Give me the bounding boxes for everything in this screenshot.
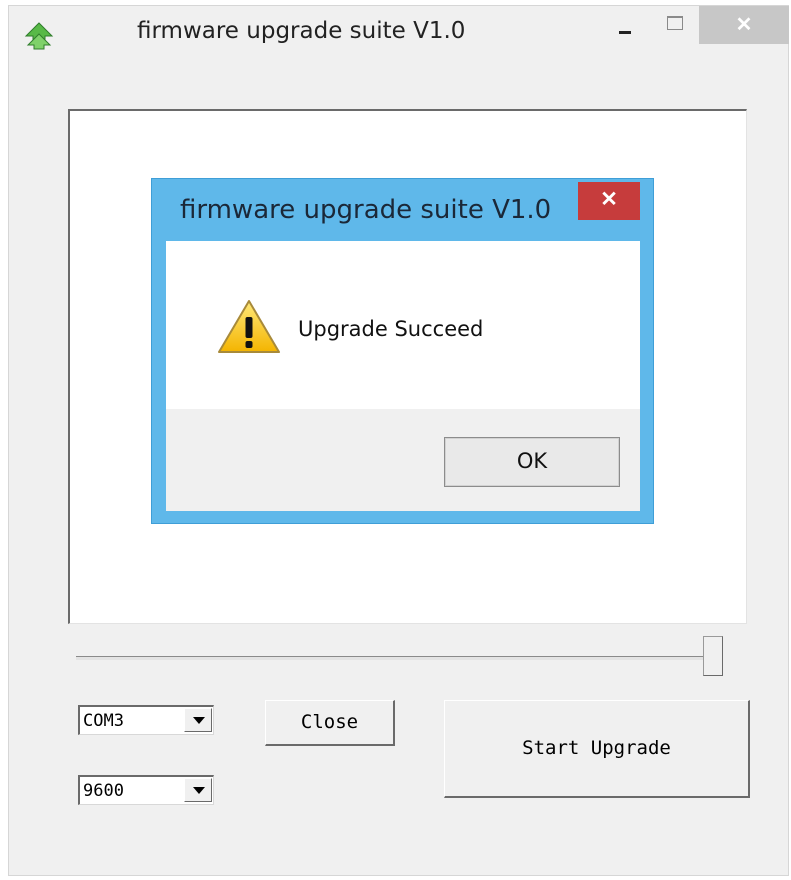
window-close-button[interactable]: ✕ (699, 6, 789, 44)
close-button[interactable]: Close (265, 700, 395, 746)
dialog-title: firmware upgrade suite V1.0 (180, 195, 552, 225)
warning-icon (216, 297, 282, 357)
dialog-close-button[interactable]: ✕ (578, 182, 640, 220)
title-bar[interactable]: firmware upgrade suite V1.0 ✕ (9, 6, 789, 66)
chevron-down-icon (193, 787, 205, 794)
progress-slider-track[interactable] (76, 656, 722, 660)
port-select-value: COM3 (83, 711, 124, 731)
port-dropdown-button[interactable] (184, 708, 212, 732)
baud-rate-select[interactable]: 9600 (78, 775, 214, 805)
message-dialog: firmware upgrade suite V1.0 ✕ Upgrade Su… (151, 178, 654, 524)
close-icon: ✕ (735, 14, 753, 36)
baud-dropdown-button[interactable] (184, 778, 212, 802)
chevron-down-icon (193, 717, 205, 724)
main-window: firmware upgrade suite V1.0 ✕ COM3 9600 … (8, 5, 789, 876)
maximize-icon (667, 16, 683, 30)
maximize-button[interactable] (655, 6, 695, 44)
minimize-button[interactable] (605, 6, 645, 44)
port-select[interactable]: COM3 (78, 705, 214, 735)
dialog-footer: OK (166, 409, 640, 511)
ok-button[interactable]: OK (444, 437, 620, 487)
minimize-icon (619, 31, 631, 34)
green-up-arrow-icon (23, 20, 55, 52)
window-title: firmware upgrade suite V1.0 (137, 18, 466, 44)
dialog-body: Upgrade Succeed (166, 241, 640, 409)
close-icon: ✕ (600, 188, 618, 211)
progress-slider-thumb[interactable] (703, 636, 723, 676)
dialog-message: Upgrade Succeed (298, 317, 484, 341)
baud-rate-select-value: 9600 (83, 781, 124, 801)
start-upgrade-button[interactable]: Start Upgrade (444, 700, 750, 798)
